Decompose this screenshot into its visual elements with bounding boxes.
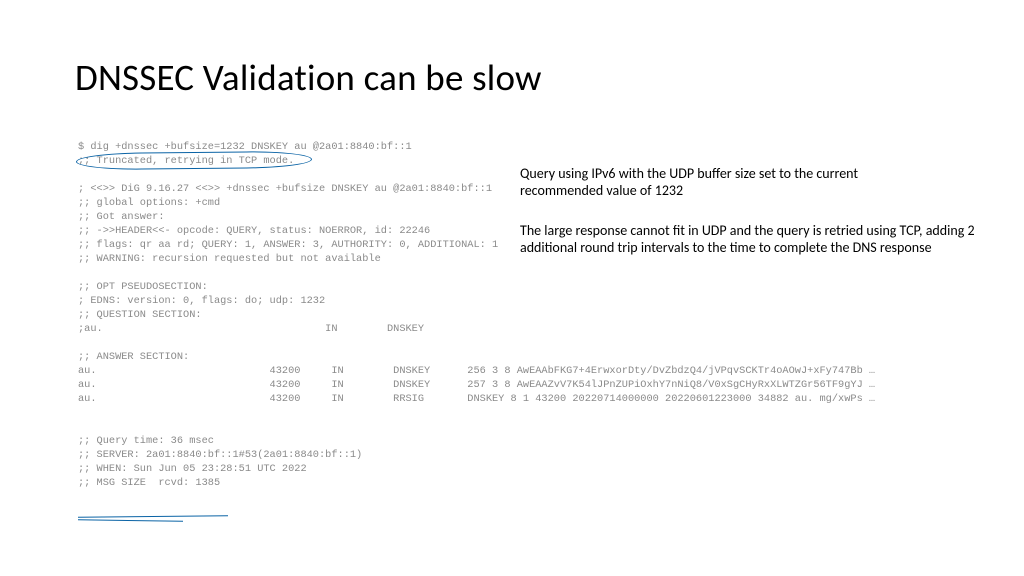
annotation-text-2: The large response cannot fit in UDP and… <box>520 222 990 256</box>
annotation-text-1: Query using IPv6 with the UDP buffer siz… <box>520 165 940 199</box>
slide-title: DNSSEC Validation can be slow <box>75 55 542 100</box>
annotation-underline <box>78 516 228 523</box>
slide: DNSSEC Validation can be slow $ dig +dns… <box>0 0 1024 576</box>
